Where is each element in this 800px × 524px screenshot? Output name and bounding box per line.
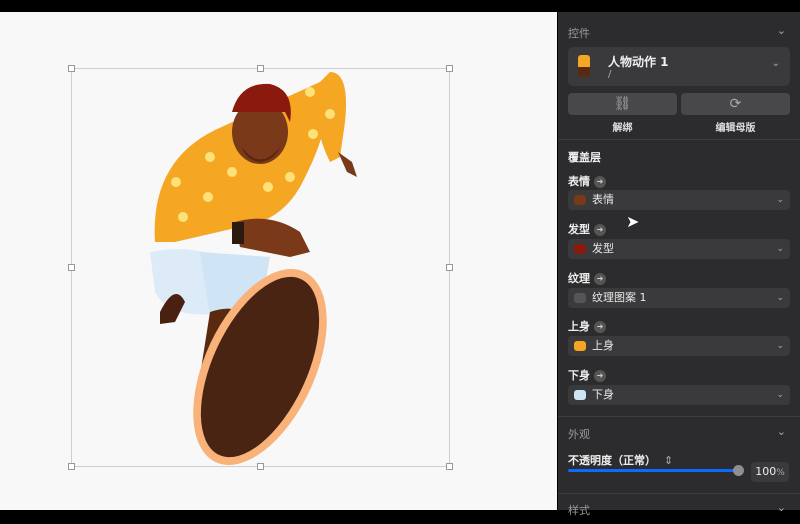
- lower-body-icon: [574, 390, 586, 400]
- override-select-lower-body[interactable]: 下身 ⌄: [568, 385, 790, 405]
- texture-icon: [574, 293, 586, 303]
- select-value: 发型: [592, 242, 614, 255]
- hair-icon: [574, 244, 586, 254]
- select-value: 下身: [592, 388, 614, 401]
- slider-fill: [568, 469, 738, 472]
- arrow-right-icon[interactable]: ➜: [594, 370, 606, 382]
- select-value: 上身: [592, 339, 614, 352]
- edit-master-button[interactable]: ⟳: [681, 93, 790, 115]
- design-canvas[interactable]: [0, 12, 557, 510]
- override-select-hair[interactable]: 发型 ⌄: [568, 239, 790, 259]
- resize-handle[interactable]: [446, 65, 453, 72]
- override-label: 上身: [568, 320, 590, 333]
- arrow-right-icon[interactable]: ➜: [594, 321, 606, 333]
- opacity-unit: %: [776, 468, 785, 478]
- slider-thumb[interactable]: [733, 465, 744, 476]
- detach-label: 解绑: [612, 123, 633, 134]
- style-section-title: 样式: [568, 504, 590, 517]
- resize-handle[interactable]: [446, 264, 453, 271]
- appearance-section-title: 外观: [568, 428, 590, 441]
- override-label: 下身: [568, 369, 590, 382]
- component-thumbnail-icon: [578, 55, 590, 77]
- sync-icon: ⟳: [729, 96, 742, 112]
- arrow-right-icon[interactable]: ➜: [594, 224, 606, 236]
- resize-handle[interactable]: [68, 264, 75, 271]
- arrow-right-icon[interactable]: ➜: [594, 176, 606, 188]
- arrow-right-icon[interactable]: ➜: [594, 273, 606, 285]
- mouse-cursor: ➤: [626, 212, 640, 231]
- select-value: 表情: [592, 193, 614, 206]
- resize-handle[interactable]: [68, 65, 75, 72]
- override-label: 发型: [568, 223, 590, 236]
- component-name: 人物动作 1: [608, 55, 669, 69]
- override-select-expression[interactable]: 表情 ⌄: [568, 190, 790, 210]
- chevron-down-icon[interactable]: ⌄: [777, 501, 786, 514]
- component-path: /: [608, 69, 612, 80]
- component-selector[interactable]: 人物动作 1 / ⌄: [568, 47, 790, 86]
- resize-handle[interactable]: [257, 463, 264, 470]
- resize-handle[interactable]: [257, 65, 264, 72]
- chevron-down-icon: ⌄: [776, 341, 784, 351]
- opacity-value: 100: [755, 465, 777, 478]
- override-select-texture[interactable]: 纹理图案 1 ⌄: [568, 288, 790, 308]
- select-value: 纹理图案 1: [592, 291, 647, 304]
- opacity-slider[interactable]: [568, 464, 744, 478]
- upper-body-icon: [574, 341, 586, 351]
- edit-master-label: 编辑母版: [715, 123, 756, 134]
- controls-section-title: 控件: [568, 27, 590, 40]
- chevron-down-icon: ⌄: [776, 244, 784, 254]
- override-label: 纹理: [568, 272, 590, 285]
- resize-handle[interactable]: [68, 463, 75, 470]
- unlink-icon: ⛓: [613, 96, 632, 112]
- chevron-down-icon: ⌄: [776, 390, 784, 400]
- overrides-title: 覆盖层: [568, 151, 601, 164]
- selection-box: [68, 65, 453, 470]
- override-select-upper-body[interactable]: 上身 ⌄: [568, 336, 790, 356]
- chevron-down-icon: ⌄: [776, 195, 784, 205]
- detach-button[interactable]: ⛓: [568, 93, 677, 115]
- chevron-down-icon[interactable]: ⌄: [777, 24, 786, 37]
- chevron-down-icon[interactable]: ⌄: [777, 425, 786, 438]
- opacity-input[interactable]: 100%: [751, 462, 789, 482]
- chevron-down-icon: ⌄: [771, 58, 780, 69]
- expression-icon: [574, 195, 586, 205]
- chevron-down-icon: ⌄: [776, 293, 784, 303]
- resize-handle[interactable]: [446, 463, 453, 470]
- inspector-panel: 控件 ⌄ 人物动作 1 / ⌄ ⛓ ⟳ 解绑 编辑母版 覆盖层 表情 ➜ 表情 ⌄ …: [558, 12, 800, 517]
- override-label: 表情: [568, 175, 590, 188]
